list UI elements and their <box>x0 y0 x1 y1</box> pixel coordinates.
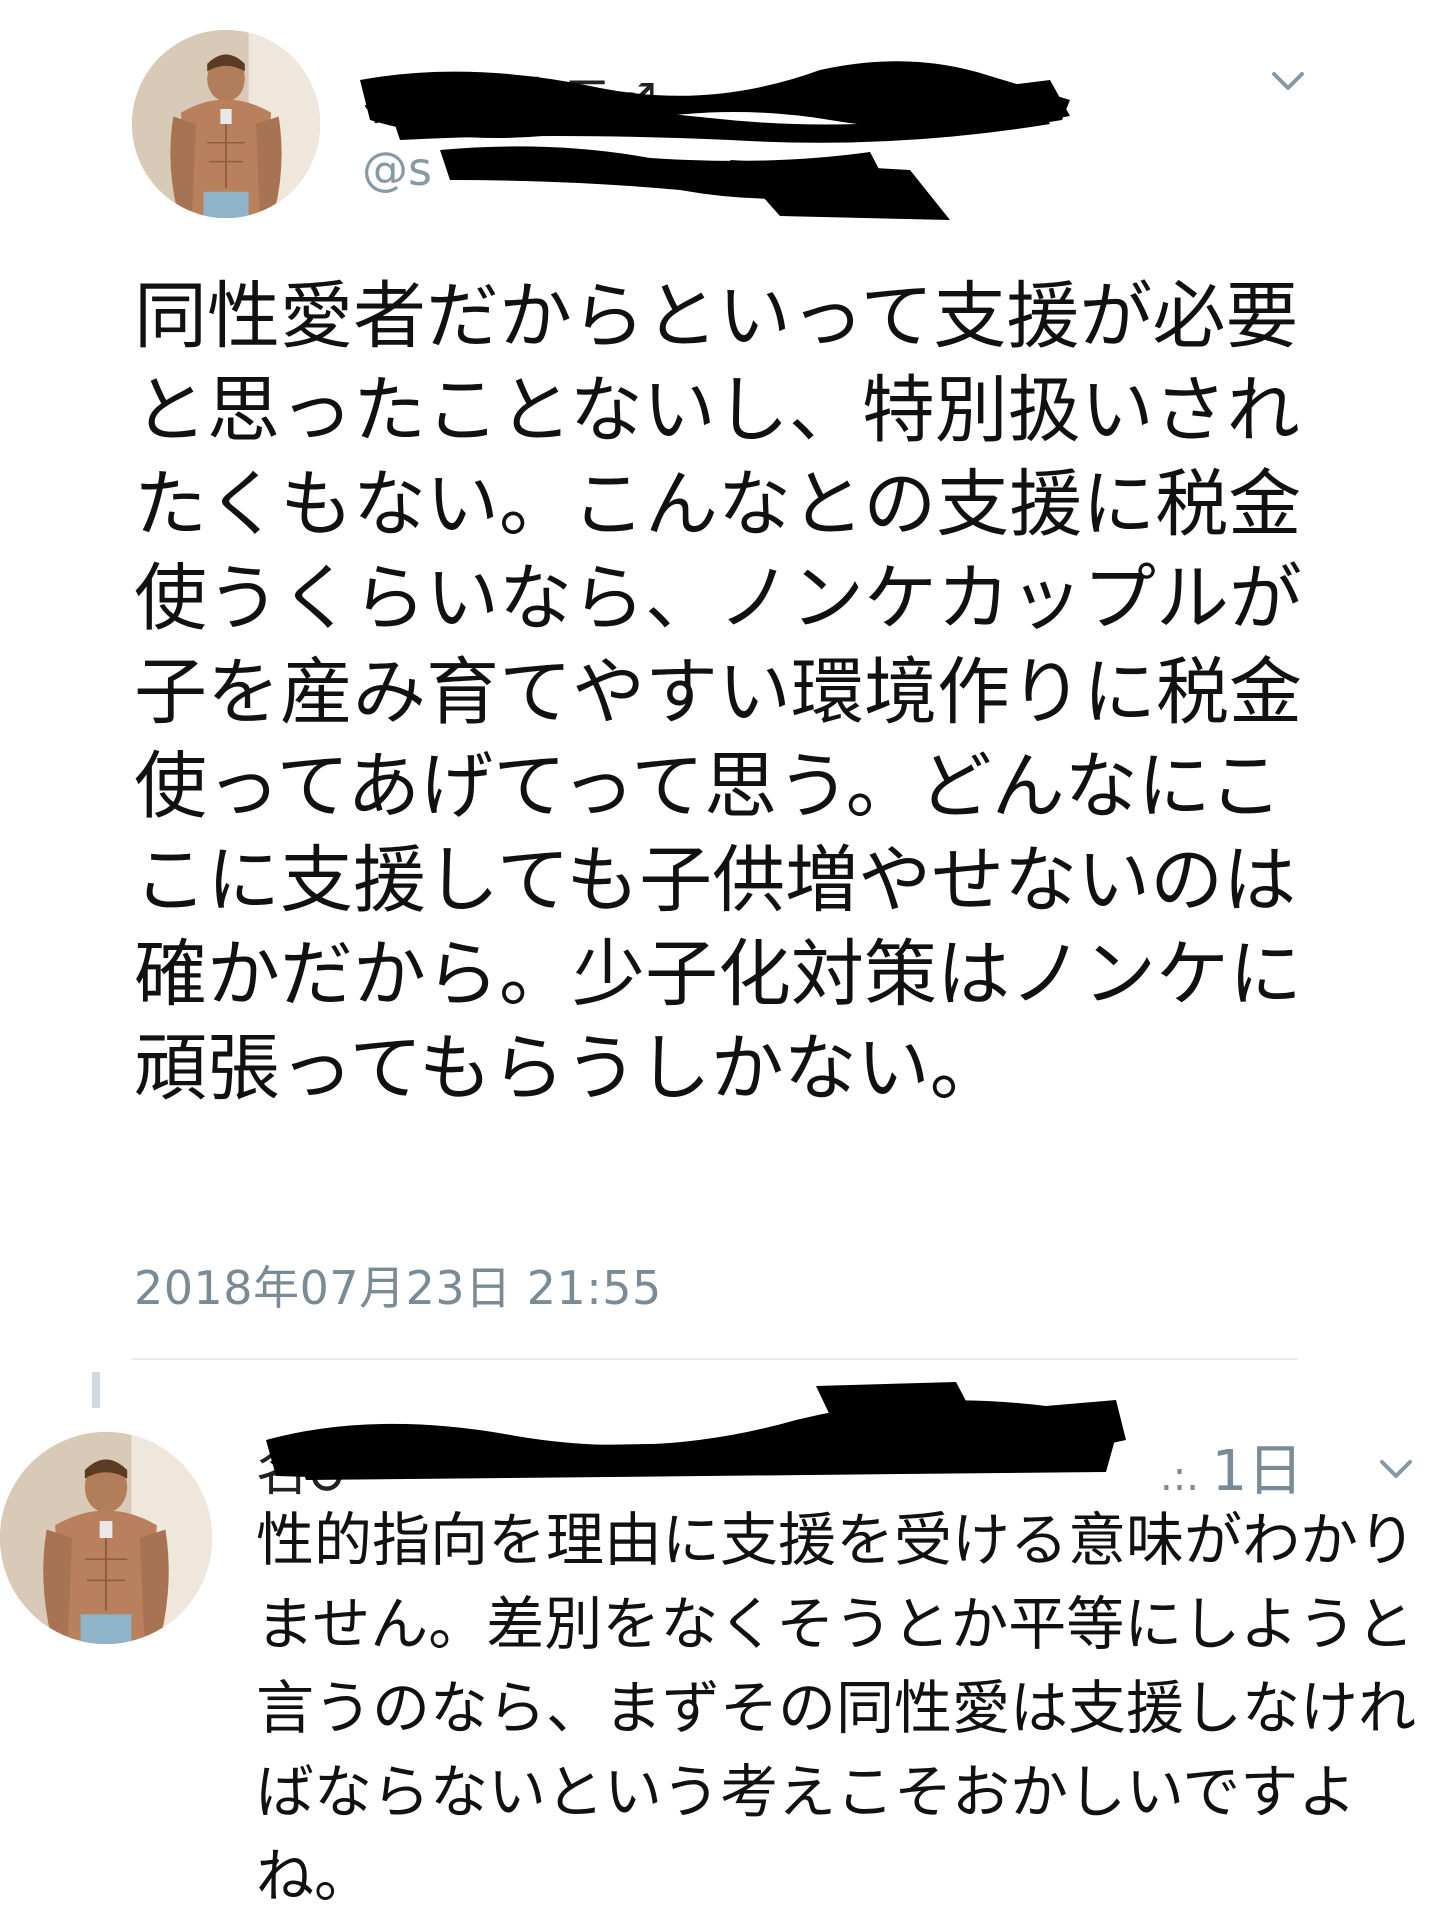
tweet-thread-screenshot: 名前非表示♂ @s 同性愛者だからといって支援が必要と思ったことないし、特別扱い… <box>0 0 1440 1920</box>
reply-user-avatar[interactable] <box>0 1432 212 1644</box>
chevron-down-icon[interactable] <box>1376 1448 1416 1488</box>
divider <box>132 1358 1298 1360</box>
user-avatar[interactable] <box>132 30 320 218</box>
dots-separator: .:. <box>1160 1454 1212 1500</box>
thread-line <box>92 1372 100 1408</box>
reply-tweet-text: 性的指向を理由に支援を受ける意味がわかりません。差別をなくそうとか平等にしようと… <box>256 1506 1417 1910</box>
chevron-down-icon[interactable] <box>1268 60 1308 100</box>
reply-relative-time: 1日 <box>1211 1439 1304 1504</box>
reply-timestamp[interactable]: .:. 1日 <box>1160 1426 1303 1507</box>
tweet-text: 同性愛者だからといって支援が必要と思ったことないし、特別扱いされたくもない。こん… <box>134 274 1302 1111</box>
reply-display-name[interactable]: 名♂ <box>256 1430 355 1505</box>
avatar-photo-icon <box>132 30 320 218</box>
user-handle[interactable]: @s <box>362 142 432 196</box>
display-name[interactable]: 名前非表示♂ <box>362 62 657 134</box>
tweet-timestamp[interactable]: 2018年07月23日 21:55 <box>134 1252 662 1318</box>
reply-name-redaction-scribble <box>266 1382 1126 1480</box>
avatar-photo-icon <box>0 1432 212 1644</box>
